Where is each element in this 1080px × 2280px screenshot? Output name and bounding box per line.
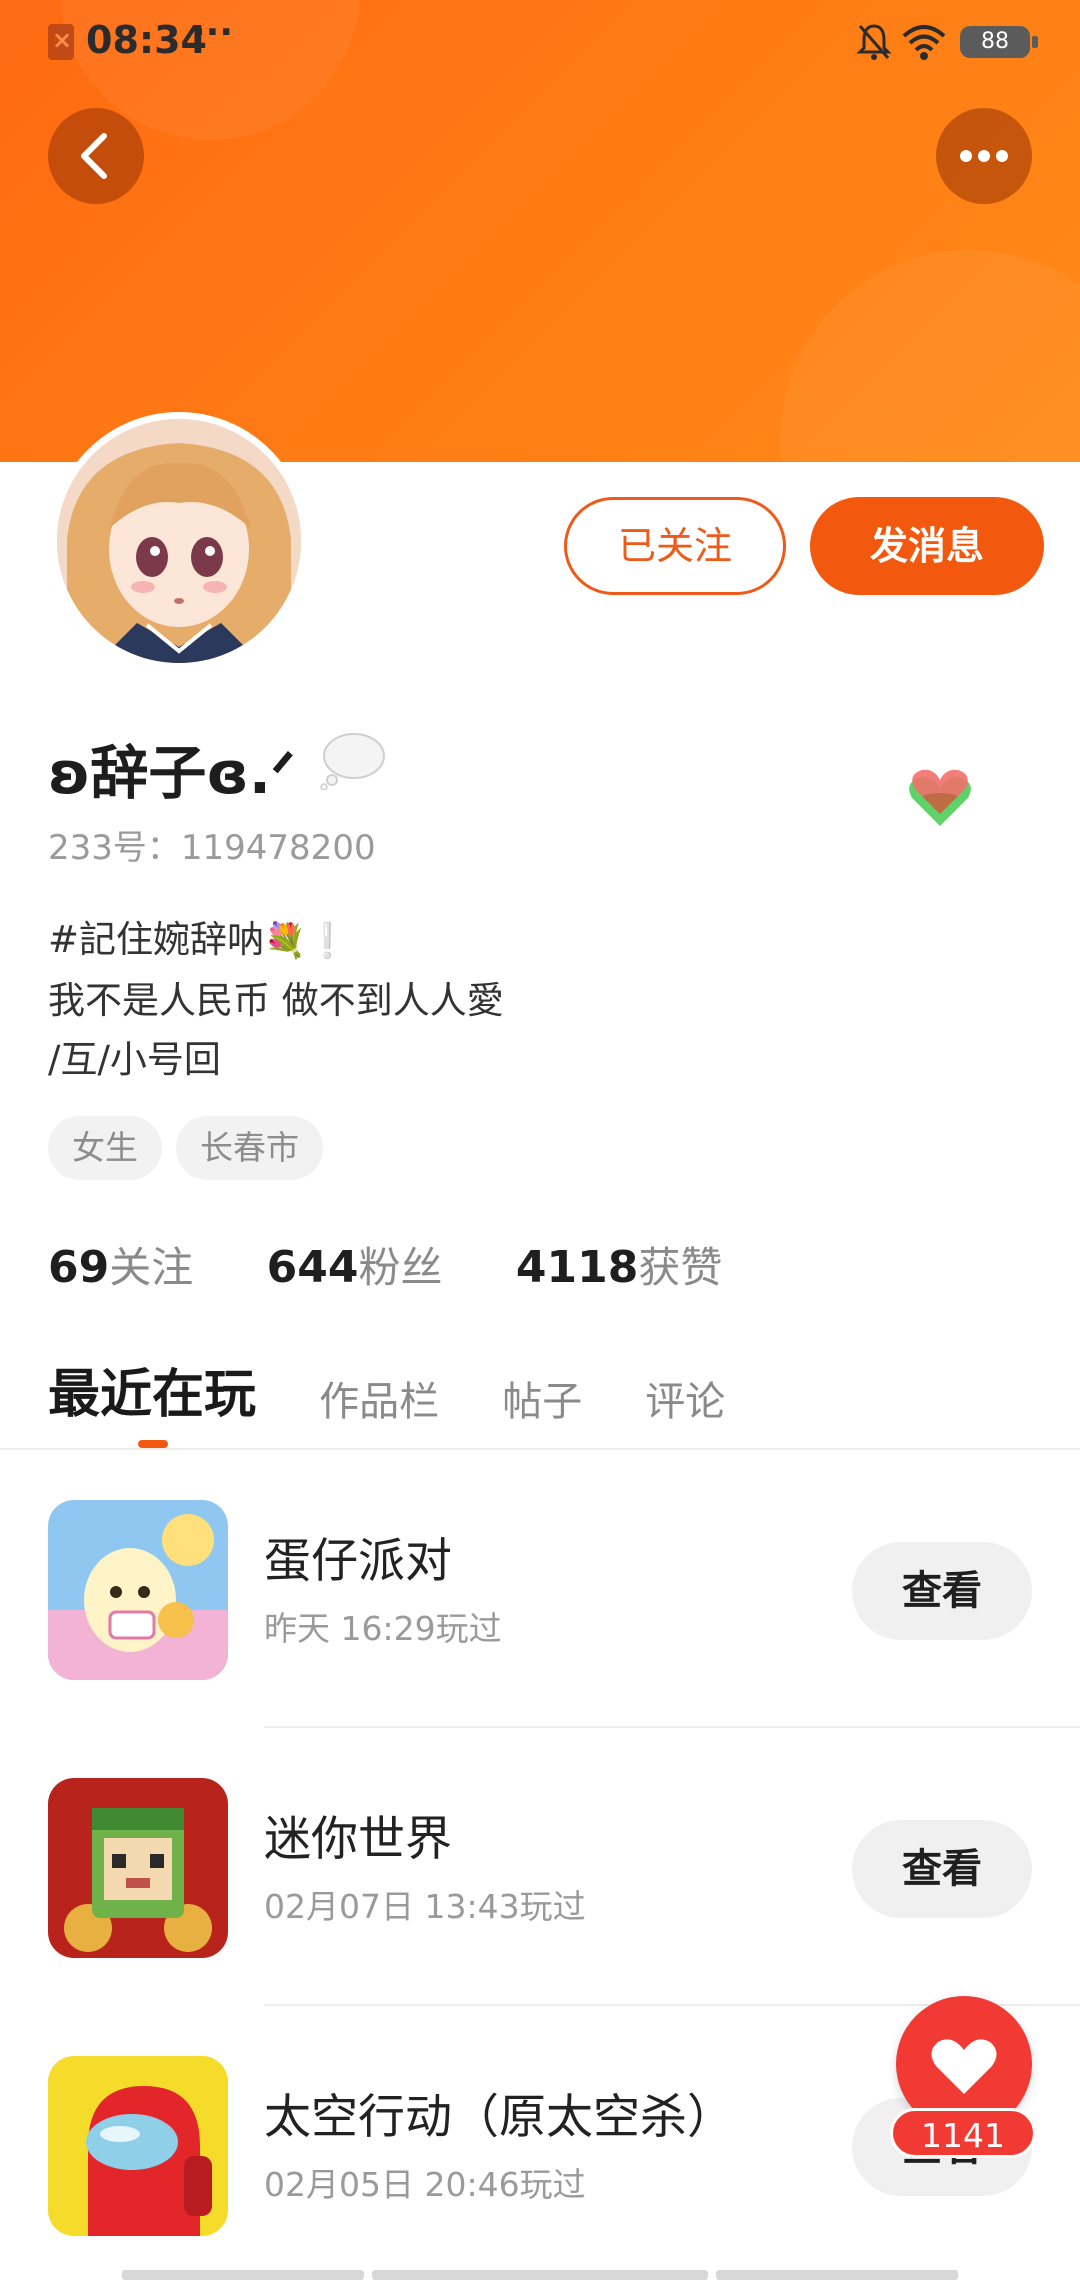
bio: #記住婉辞呐💐❕ 我不是人民币 做不到人人愛 /互/小号回	[48, 910, 504, 1089]
stat-label: 粉丝	[358, 1243, 443, 1292]
heart-badge-icon[interactable]	[904, 760, 976, 832]
send-message-button[interactable]: 发消息	[810, 497, 1044, 595]
game-name: 迷你世界	[264, 1812, 452, 1867]
bio-text: #記住婉辞呐	[48, 918, 265, 961]
view-button[interactable]: 查看	[852, 1820, 1032, 1918]
like-count: 1141	[890, 2108, 1036, 2158]
stat-following[interactable]: 69关注	[48, 1234, 193, 1295]
tab-recently-played[interactable]: 最近在玩	[48, 1352, 256, 1427]
bubble-icon	[320, 733, 385, 790]
game-last-played: 昨天 16:29玩过	[264, 1609, 502, 1648]
game-last-played: 02月07日 13:43玩过	[264, 1887, 586, 1926]
tab-comments[interactable]: 评论	[645, 1369, 725, 1427]
stat-number: 69	[48, 1242, 110, 1293]
tab-works[interactable]: 作品栏	[319, 1369, 439, 1427]
back-icon	[81, 133, 107, 179]
avatar[interactable]	[50, 412, 308, 670]
list-item[interactable]: 迷你世界 02月07日 13:43玩过 查看	[0, 1728, 1080, 2006]
stat-label: 获赞	[638, 1243, 723, 1292]
flower-emoji-icon: 💐❕	[264, 921, 349, 961]
bottom-bar-hint	[0, 2270, 1080, 2280]
bio-line: 我不是人民币 做不到人人愛	[48, 979, 504, 1022]
banner-decoration	[780, 250, 1080, 462]
stat-number: 644	[266, 1242, 359, 1293]
game-name: 太空行动（原太空杀）	[264, 2090, 734, 2145]
back-button[interactable]	[48, 108, 144, 204]
profile-stats: 69关注 644粉丝 4118获赞	[48, 1234, 782, 1295]
game-icon	[48, 1778, 228, 1958]
status-bar: 08:34 ··· 88	[0, 0, 1080, 86]
avatar-image	[57, 419, 301, 663]
view-button[interactable]: 查看	[852, 1542, 1032, 1640]
tab-indicator	[138, 1440, 168, 1448]
tag-city: 长春市	[176, 1116, 323, 1180]
tab-posts[interactable]: 帖子	[502, 1369, 582, 1427]
tag-gender: 女生	[48, 1116, 162, 1180]
followed-button[interactable]: 已关注	[564, 497, 786, 595]
bio-line: /互/小号回	[48, 1038, 221, 1081]
wifi-icon	[902, 25, 946, 60]
status-time: 08:34	[86, 18, 207, 62]
bell-off-icon	[856, 24, 892, 60]
more-button[interactable]	[936, 108, 1032, 204]
more-icon	[960, 150, 1008, 162]
stat-label: 关注	[109, 1243, 194, 1292]
profile-tabs: 最近在玩 作品栏 帖子 评论	[48, 1352, 783, 1432]
battery-icon: 88	[960, 26, 1038, 58]
profile-tags: 女生 长春市	[48, 1116, 337, 1180]
sim-off-icon	[48, 24, 74, 60]
username: ʚ辞子ɞ.ᐟ	[48, 739, 296, 807]
game-last-played: 02月05日 20:46玩过	[264, 2165, 586, 2204]
stat-followers[interactable]: 644粉丝	[267, 1234, 443, 1295]
status-more-indicator: ···	[192, 12, 234, 53]
game-icon	[48, 1500, 228, 1680]
list-item[interactable]: 蛋仔派对 昨天 16:29玩过 查看	[0, 1450, 1080, 1728]
bio-line: #記住婉辞呐💐❕	[48, 910, 504, 971]
stat-likes[interactable]: 4118获赞	[516, 1234, 722, 1295]
game-name: 蛋仔派对	[264, 1534, 452, 1589]
game-icon	[48, 2056, 228, 2236]
stat-number: 4118	[515, 1242, 639, 1293]
user-id: 233号：119478200	[48, 828, 376, 868]
